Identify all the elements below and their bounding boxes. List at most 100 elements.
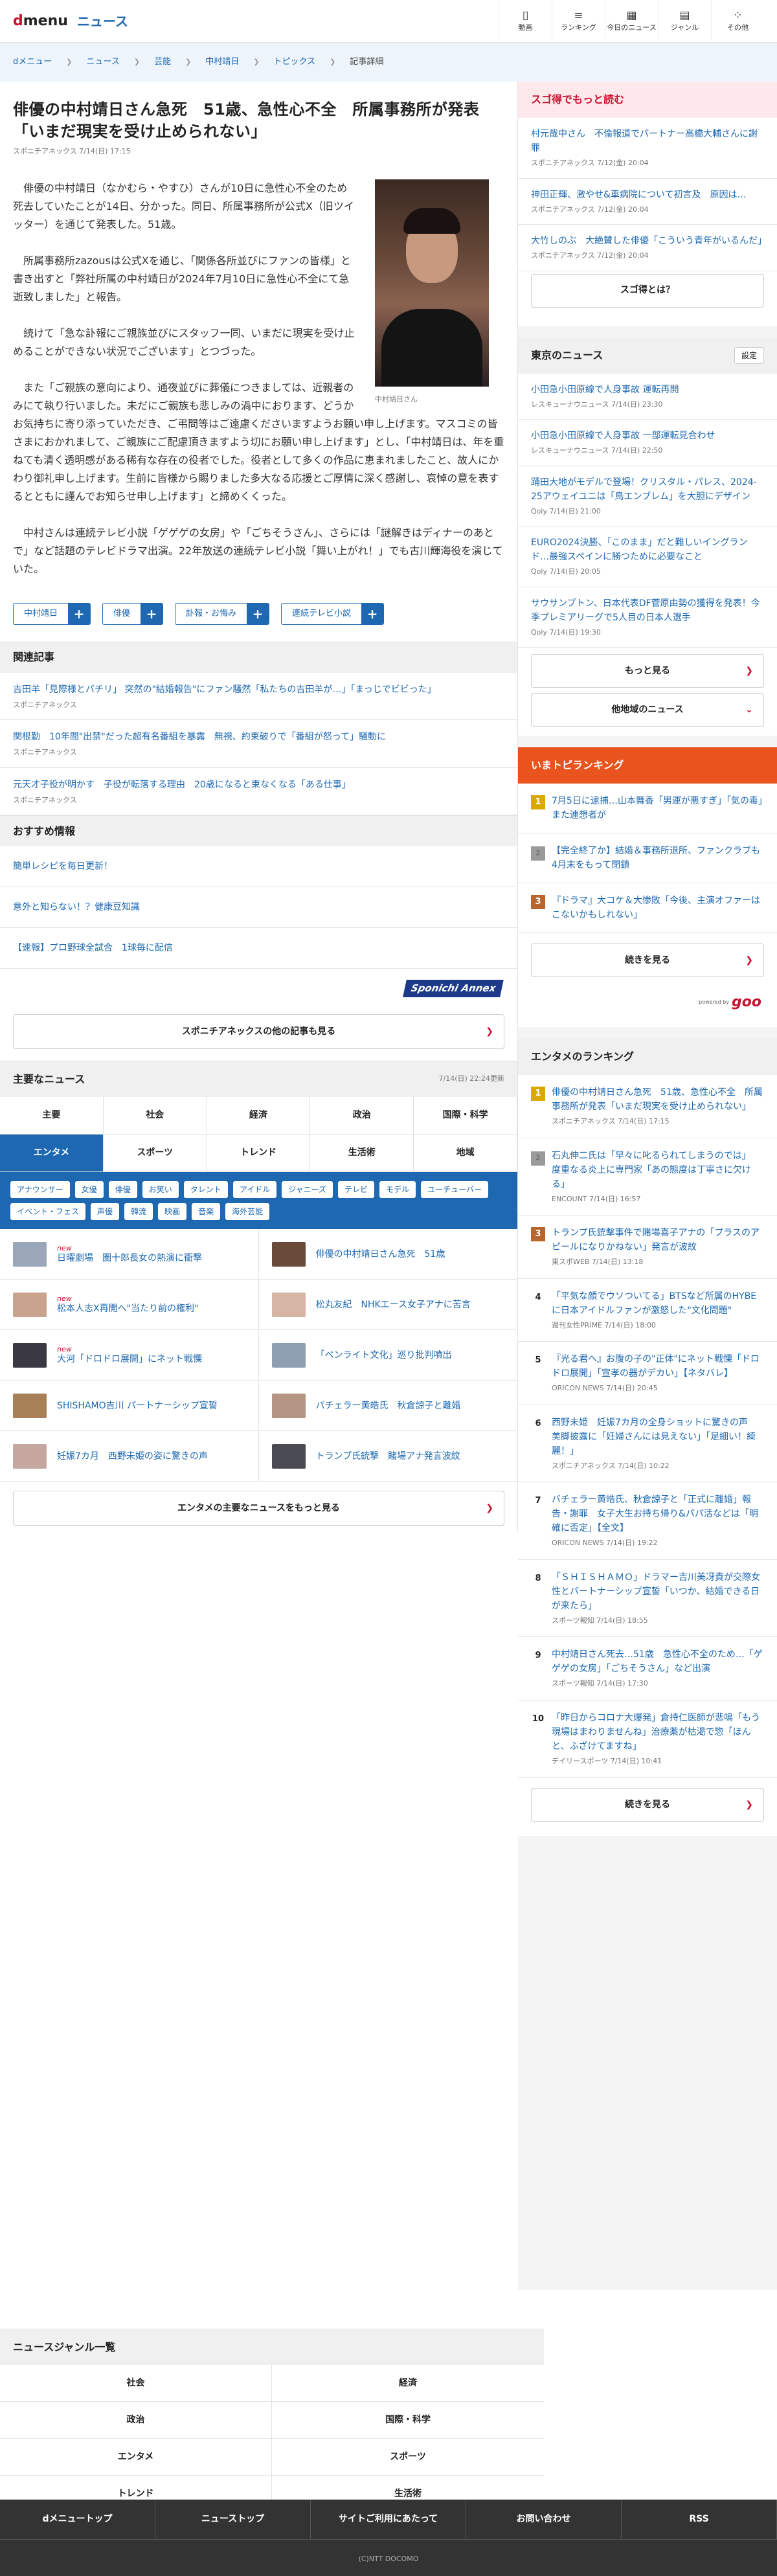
recommend-item[interactable]: 【速報】プロ野球全試合 1球毎に配信 [0,928,517,969]
genre-link[interactable]: エンタメ [0,2439,272,2476]
region-setting-button[interactable]: 設定 [734,346,764,364]
enta-more-button[interactable]: 続きを見る ❯ [531,1788,764,1822]
footer-link-dmenu[interactable]: dメニュートップ [0,2500,155,2539]
footer-link-contact[interactable]: お問い合わせ [466,2500,622,2539]
chip[interactable]: ジャニーズ [282,1181,333,1198]
tab-world[interactable]: 国際・科学 [414,1097,517,1135]
tokyo-news-item[interactable]: EURO2024決勝、「このまま」だと難しいイングランド…最強スペインに勝つため… [518,526,777,587]
tab-politics[interactable]: 政治 [310,1097,414,1135]
related-item[interactable]: 元天才子役が明かす 子役が転落する理由 20歳になると束なくなる「ある仕事」 スポ… [0,768,517,815]
tokyo-news-item[interactable]: 小田急小田原線で人身事故 運転再開 レスキューナウニュース 7/14(日) 23:… [518,373,777,420]
tab-life[interactable]: 生活術 [310,1135,414,1172]
goo-logo[interactable]: powered by goo [518,986,777,1026]
other-region-button[interactable]: 他地域のニュース ⌄ [531,693,764,727]
news-item[interactable]: 「ベンライト文化」巡り批判噴出 [258,1330,517,1381]
chip[interactable]: 映画 [158,1203,187,1220]
tag-actor[interactable]: 俳優 + [102,602,164,625]
tab-main[interactable]: 主要 [0,1097,104,1135]
dmenu-logo[interactable]: dmenu [13,10,68,32]
enta-ranking-item[interactable]: 9 中村靖日さん死去…51歳 急性心不全のため…「ゲゲゲの女房」「ごちそうさん」な… [518,1637,777,1700]
sugotoku-item[interactable]: 大竹しのぶ 大絶賛した俳優「こういう青年がいるんだ」 スポニチアネックス 7/12… [518,225,777,271]
tokyo-news-item[interactable]: 踊田大地がモデルで登場！クリスタル・パレス、2024-25アウェイユニは「鳥エン… [518,466,777,526]
news-item[interactable]: パチェラー黄皓氏 秋倉諒子と離婚 [258,1381,517,1431]
tab-sports[interactable]: スポーツ [103,1135,207,1172]
chip[interactable]: アイドル [232,1181,277,1198]
nav-today[interactable]: ▦ 今日のニュース [605,0,658,43]
tokyo-news-item[interactable]: サウサンプトン、日本代表DF菅原由勢の獲得を発表！今季プレミアリーグで5人目の日… [518,587,777,648]
chip[interactable]: テレビ [338,1181,375,1198]
sugotoku-item[interactable]: 村元哉中さん 不倫報道でパートナー高橋大輔さんに謝罪 スポニチアネックス 7/12… [518,118,777,179]
chip[interactable]: 海外芸能 [225,1203,270,1220]
trend-ranking-item[interactable]: 1 7月5日に逮捕…山本舞香「男運が悪すぎ」「気の毒」また連想者が [518,784,777,833]
recommend-item[interactable]: 意外と知らない！？健康豆知識 [0,887,517,928]
tab-society[interactable]: 社会 [103,1097,207,1135]
news-item[interactable]: new 松本人志X再開へ"当たり前の権利" [0,1280,259,1330]
chip[interactable]: タレント [183,1181,228,1198]
chip[interactable]: アナウンサー [10,1181,70,1198]
tag-obituary[interactable]: 訃報・お悔み + [175,602,270,625]
chip[interactable]: 俳優 [108,1181,137,1198]
chip[interactable]: ユーチューバー [421,1181,488,1198]
chip[interactable]: 女優 [74,1181,104,1198]
genre-link[interactable]: 政治 [0,2402,272,2439]
nav-other[interactable]: ⁘ その他 [711,0,764,43]
enta-ranking-item[interactable]: 3 トランプ氏銃撃事件で賭場喜子アナの「プラスのアピールになりかねない」発言が波紋… [518,1215,777,1279]
breadcrumb-person[interactable]: 中村靖日 [205,56,239,69]
tab-economy[interactable]: 経済 [207,1097,311,1135]
tab-trend[interactable]: トレンド [207,1135,311,1172]
chip[interactable]: モデル [379,1181,416,1198]
footer-link-rss[interactable]: RSS [622,2500,777,2539]
enta-ranking-item[interactable]: 6 西野未姫 妊娠7カ月の全身ショットに驚きの声 美脚披露に「妊婦さんには見えない… [518,1405,777,1482]
tab-entertainment[interactable]: エンタメ [0,1135,104,1172]
nav-ranking[interactable]: ≡ ランキング [552,0,605,43]
enta-ranking-item[interactable]: 7 バチェラー黄皓氏、秋倉諒子と「正式に離婚」報告・謝罪 女子大生お持ち帰り&パパ… [518,1482,777,1560]
footer-link-news[interactable]: ニューストップ [155,2500,311,2539]
breadcrumb-news[interactable]: ニュース [86,56,119,69]
tokyo-more-button[interactable]: もっと見る ❯ [531,654,764,688]
news-item[interactable]: 俳優の中村靖日さん急死 51歳 [258,1229,517,1280]
sponichi-more-button[interactable]: スポニチアネックスの他の記事も見る ❯ [13,1014,504,1049]
sugotoku-about-button[interactable]: スゴ得とは？ [531,273,764,308]
news-item[interactable]: SHISHAMO吉川 パートナーシップ宣誓 [0,1381,259,1431]
tokyo-news-item[interactable]: 小田急小田原線で人身事故 一部運転見合わせ レスキューナウニュース 7/14(日)… [518,420,777,466]
chip[interactable]: 音楽 [192,1203,221,1220]
nav-genre[interactable]: ▤ ジャンル [658,0,711,43]
genre-link[interactable]: スポーツ [272,2439,544,2476]
news-item[interactable]: トランプ氏銃撃 賭場アナ発言波紋 [258,1431,517,1482]
enta-ranking-item[interactable]: 8 「ＳＨＩＳＨＡＭＯ」ドラマー吉川美冴貴が交際女性とパートナーシップ宣誓「いつか… [518,1559,777,1637]
enta-ranking-item[interactable]: 10 「昨日からコロナ大爆発」倉持仁医師が悲鳴「もう現場はまわりませんね」治療薬が… [518,1700,777,1778]
news-logo[interactable]: ニュース [77,12,128,31]
enta-ranking-item[interactable]: 4 「平気な顔でウソついてる」BTSなど所属のHYBEに日本アイドルファンが激怒し… [518,1278,777,1342]
news-item[interactable]: new 大河「ドロドロ展開」にネット戦慄 [0,1330,259,1381]
enta-ranking-item[interactable]: 2 石丸伸二氏は「早々に叱るられてしまうのでは」 度重なる炎上に専門家「あの態度は… [518,1138,777,1215]
news-item[interactable]: 松丸友紀 NHKエース女子アナに苦言 [258,1280,517,1330]
breadcrumb-topics[interactable]: トピックス [274,56,316,69]
trend-more-button[interactable]: 続きを見る ❯ [531,943,764,977]
breadcrumb-dmenu[interactable]: dメニュー [13,56,52,69]
entertainment-more-button[interactable]: エンタメの主要なニュースをもっと見る ❯ [13,1491,504,1526]
trend-ranking-item[interactable]: 2 【完全終了か】結婚＆事務所退所、ファンクラブも4月末をもって閉鎖 [518,833,777,883]
nav-video[interactable]: ▯ 動画 [499,0,552,43]
enta-ranking-item[interactable]: 5 『光る君へ』お腹の子の"正体"にネット戦慄「ドロドロ展開」「宣孝の器がデカい」… [518,1342,777,1405]
tag-asadora[interactable]: 連続テレビ小説 + [281,602,385,625]
genre-link[interactable]: 社会 [0,2365,272,2402]
enta-ranking-item[interactable]: 1 俳優の中村靖日さん急死 51歳、急性心不全 所属事務所が発表「いまだ現実を受け… [518,1075,777,1138]
recommend-item[interactable]: 簡単レシピを毎日更新！ [0,846,517,887]
news-item[interactable]: new 日曜劇場 圏十郎長女の熱演に衝撃 [0,1229,259,1280]
tag-nakamura[interactable]: 中村靖日 + [13,602,91,625]
related-item[interactable]: 吉田羊「見際様とパチリ」 突然の"結婚報告"にファン騒然「私たちの吉田羊が…」「… [0,673,517,720]
chip[interactable]: イベント・フェス [10,1203,86,1220]
trend-ranking-item[interactable]: 3 『ドラマ』大コケ＆大惨敗「今後、主演オファーはこないかもしれない」 [518,883,777,933]
sugotoku-item[interactable]: 神田正輝、激やせ&車病院について初言及 原因は… スポニチアネックス 7/12(金… [518,178,777,225]
chip[interactable]: 韓流 [124,1203,153,1220]
article-photo[interactable] [375,179,489,387]
genre-link[interactable]: 経済 [272,2365,544,2402]
chip[interactable]: お笑い [142,1181,179,1198]
tab-region[interactable]: 地域 [414,1135,517,1172]
breadcrumb-entertainment[interactable]: 芸能 [154,56,171,69]
chip[interactable]: 声優 [91,1203,120,1220]
related-item[interactable]: 関根勤 10年間"出禁"だった超有名番組を暴露 無視、約束破りで「番組が怒って」… [0,720,517,768]
genre-link[interactable]: 国際・科学 [272,2402,544,2439]
sponichi-logo[interactable]: Sponichi Annex [0,969,517,1008]
footer-link-terms[interactable]: サイトご利用にあたって [311,2500,466,2539]
